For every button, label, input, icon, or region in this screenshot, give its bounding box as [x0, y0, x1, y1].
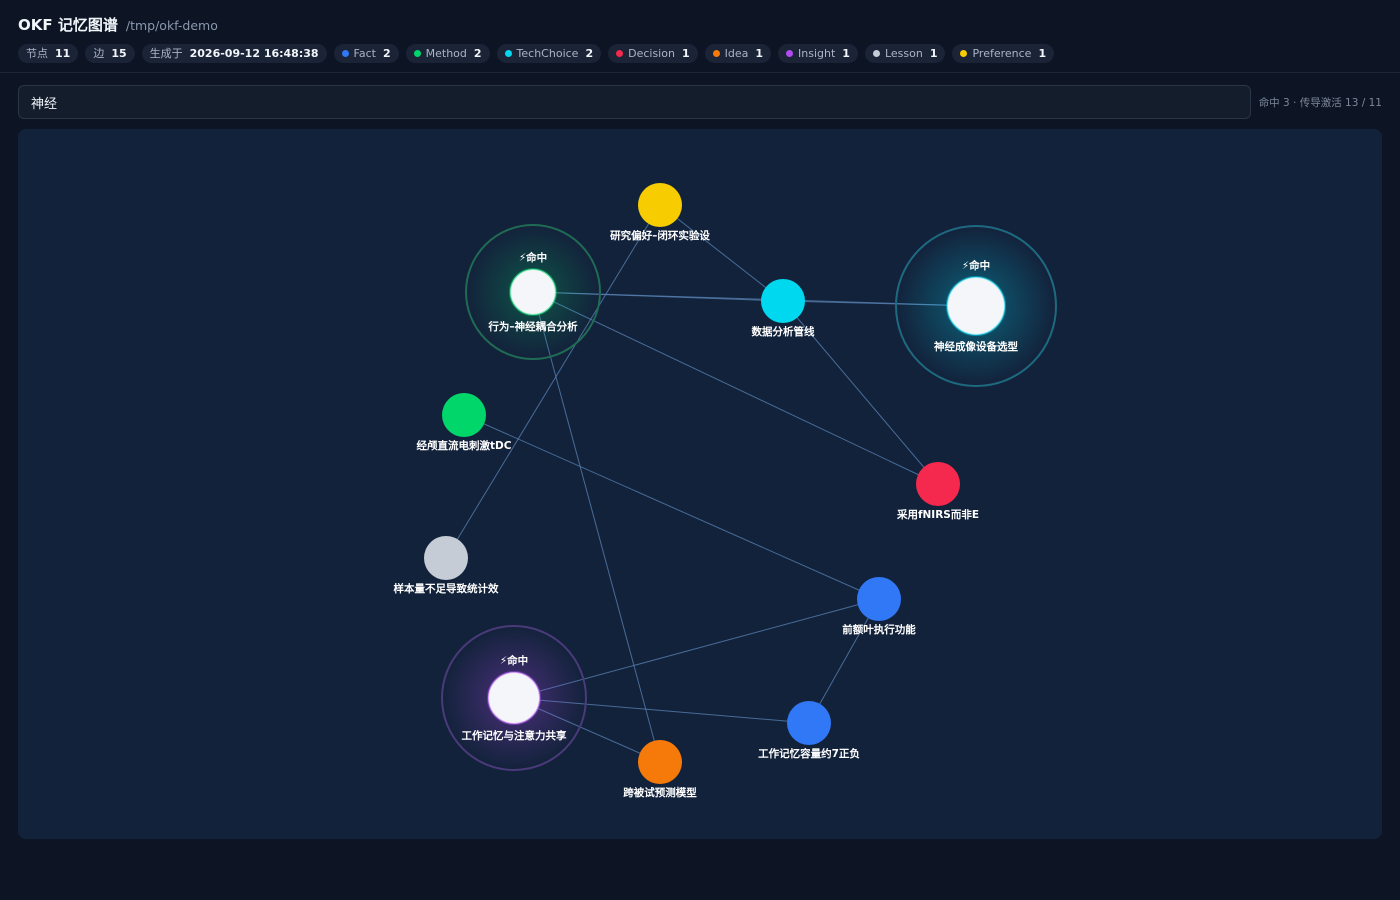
node-circle[interactable] [509, 268, 557, 316]
type-color-dot [786, 50, 794, 57]
stats-row: 节点 11 边 15 生成于 2026-09-12 16:48:38 Fact 2… [18, 44, 1055, 63]
graph-node-tdc[interactable]: 经颅直流电刺激tDC [417, 393, 512, 452]
node-circle[interactable] [638, 740, 682, 784]
node-label: 经颅直流电刺激tDC [417, 439, 512, 452]
node-circle[interactable] [787, 701, 831, 745]
node-label: 跨被试预测模型 [623, 786, 697, 799]
type-name: Method [425, 47, 467, 60]
type-name: Decision [628, 47, 675, 60]
node-circle[interactable] [424, 536, 468, 580]
search-input[interactable] [18, 85, 1251, 119]
edge-count-badge: 边 15 [85, 44, 135, 63]
project-path: /tmp/okf-demo [125, 18, 218, 33]
hit-badge: ⚡命中 [962, 259, 990, 272]
type-legend: Fact 2 Method 2 TechChoice 2 Decision 1 Idea 1 Ins… [333, 44, 1055, 63]
graph-node-fnirs[interactable]: 采用fNIRS而非E [896, 462, 979, 521]
node-label: 神经成像设备选型 [934, 340, 1018, 353]
node-label: 样本量不足导致统计效 [394, 582, 499, 595]
type-filter-preference[interactable]: Preference 1 [952, 44, 1055, 63]
node-label: 工作记忆与注意力共享 [462, 729, 567, 742]
node-count-label: 节点 [26, 47, 48, 60]
graph-edge [659, 204, 784, 302]
hit-badge: ⚡命中 [500, 654, 528, 667]
generated-time-badge: 生成于 2026-09-12 16:48:38 [141, 44, 327, 63]
graph-node-pfc[interactable]: 前额叶执行功能 [842, 577, 916, 636]
type-color-dot [712, 50, 720, 57]
type-count: 1 [1038, 47, 1047, 60]
header: OKF 记忆图谱 /tmp/okf-demo 节点 11 边 15 生成于 20… [0, 0, 1400, 73]
graph-node-cross[interactable]: 跨被试预测模型 [623, 740, 697, 799]
node-label: 采用fNIRS而非E [896, 508, 979, 521]
node-label: 数据分析管线 [751, 325, 815, 338]
graph-node-cap[interactable]: 工作记忆容量约7正负 [758, 701, 860, 760]
graph-node-pipe[interactable]: 数据分析管线 [751, 279, 815, 338]
type-name: Fact [353, 47, 376, 60]
type-color-dot [960, 50, 968, 57]
graph-canvas[interactable]: 研究偏好–闭环实验设 ⚡命中 行为–神经耦合分析 数据分析管线 ⚡命中 神经成像设备选型经… [18, 129, 1382, 839]
type-filter-insight[interactable]: Insight 1 [778, 44, 858, 63]
type-filter-decision[interactable]: Decision 1 [608, 44, 698, 63]
type-color-dot [872, 50, 880, 57]
graph-node-pref[interactable]: 研究偏好–闭环实验设 [610, 183, 710, 242]
type-filter-techchoice[interactable]: TechChoice 2 [496, 44, 602, 63]
node-circle[interactable] [638, 183, 682, 227]
edge-count-value: 15 [111, 47, 127, 60]
type-count: 1 [681, 47, 690, 60]
type-name: TechChoice [516, 47, 579, 60]
type-color-dot [616, 50, 624, 57]
search-status: 命中 3 · 传导激活 13 / 11 [1258, 97, 1382, 109]
type-name: Idea [724, 47, 749, 60]
type-filter-lesson[interactable]: Lesson 1 [864, 44, 946, 63]
type-count: 1 [842, 47, 850, 60]
node-circle[interactable] [916, 462, 960, 506]
type-color-dot [413, 50, 421, 57]
generated-label: 生成于 [149, 47, 183, 60]
node-circle[interactable] [761, 279, 805, 323]
graph-node-wm[interactable]: ⚡命中工作记忆与注意力共享 [441, 625, 587, 771]
type-filter-fact[interactable]: Fact 2 [333, 44, 399, 63]
type-count: 2 [382, 47, 391, 60]
nodes-layer: 研究偏好–闭环实验设⚡命中行为–神经耦合分析 数据分析管线⚡命中神经成像设备选型经… [394, 183, 1057, 799]
type-name: Lesson [884, 47, 923, 60]
node-circle[interactable] [946, 276, 1006, 336]
generated-value: 2026-09-12 16:48:38 [189, 47, 319, 60]
graph-edge [463, 414, 880, 600]
node-count-value: 11 [55, 47, 71, 60]
node-circle[interactable] [857, 577, 901, 621]
type-filter-method[interactable]: Method 2 [405, 44, 490, 63]
title-row: OKF 记忆图谱 /tmp/okf-demo [18, 14, 218, 35]
graph-node-img[interactable]: ⚡命中神经成像设备选型 [895, 225, 1057, 387]
type-name: Preference [972, 47, 1032, 60]
type-count: 1 [755, 47, 764, 60]
app-title: OKF 记忆图谱 [18, 16, 118, 34]
graph-svg[interactable]: 研究偏好–闭环实验设⚡命中行为–神经耦合分析 数据分析管线⚡命中神经成像设备选型经… [18, 129, 1382, 839]
graph-node-behav[interactable]: ⚡命中行为–神经耦合分析 [465, 224, 601, 360]
graph-node-sample[interactable]: 样本量不足导致统计效 [394, 536, 499, 595]
node-count-badge: 节点 11 [18, 44, 79, 63]
node-label: 研究偏好–闭环实验设 [610, 229, 710, 242]
node-circle[interactable] [487, 671, 541, 725]
type-color-dot [341, 50, 349, 57]
node-circle[interactable] [442, 393, 486, 437]
type-filter-idea[interactable]: Idea 1 [704, 44, 772, 63]
type-name: Insight [798, 47, 836, 60]
type-color-dot [504, 50, 512, 57]
node-label: 行为–神经耦合分析 [487, 320, 578, 333]
node-label: 工作记忆容量约7正负 [758, 747, 860, 760]
hit-badge: ⚡命中 [519, 251, 547, 264]
edge-count-label: 边 [93, 47, 105, 60]
node-label: 前额叶执行功能 [842, 623, 916, 636]
type-count: 1 [929, 47, 938, 60]
type-count: 2 [473, 47, 482, 60]
type-count: 2 [585, 47, 594, 60]
